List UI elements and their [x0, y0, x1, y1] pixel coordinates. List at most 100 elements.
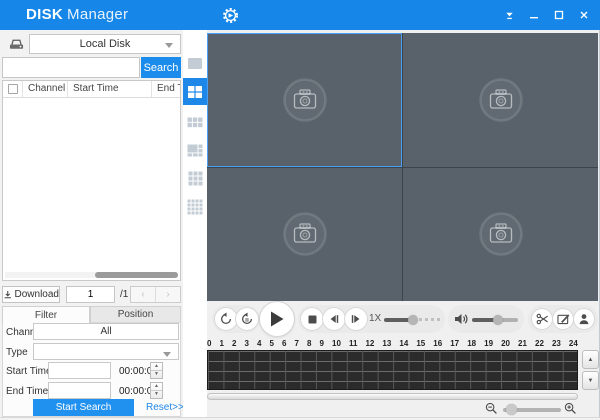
hour-label: 21: [518, 339, 527, 348]
end-time-input[interactable]: [48, 382, 111, 399]
step-forward-button[interactable]: [345, 308, 367, 330]
layout-6-view[interactable]: [183, 110, 207, 134]
play-icon: [271, 311, 284, 327]
hour-label: 13: [382, 339, 392, 348]
skin-menu-icon[interactable]: [501, 7, 517, 23]
speed-label: 1X: [369, 313, 382, 324]
player-bar: 1X: [207, 301, 600, 338]
page-number-input[interactable]: [66, 286, 115, 303]
stop-button[interactable]: [301, 308, 323, 330]
tab-position[interactable]: Position: [90, 306, 181, 323]
search-input[interactable]: [2, 57, 140, 78]
scrollbar-thumb[interactable]: [94, 272, 178, 278]
results-table-header: ChannelStart Time End Time: [3, 81, 180, 98]
results-table-body: [3, 98, 180, 256]
settings-gear-icon[interactable]: [221, 6, 240, 25]
camera-icon: [282, 212, 327, 257]
tools-group: [528, 305, 598, 333]
start-time-spinner[interactable]: ▲ ▼: [150, 362, 163, 379]
disk-select-row: Local Disk: [2, 34, 181, 54]
timeline-zoom-slider[interactable]: [503, 400, 561, 418]
start-time-input[interactable]: [48, 362, 111, 379]
hour-label: 12: [365, 339, 375, 348]
disk-dropdown[interactable]: Local Disk: [29, 34, 181, 54]
disk-dropdown-value: Local Disk: [79, 38, 131, 50]
video-cell-4[interactable]: [403, 167, 598, 301]
timeline-zoom-row: [207, 400, 600, 418]
hour-label: 15: [416, 339, 426, 348]
download-icon: [4, 290, 11, 298]
video-cell-2[interactable]: [403, 33, 598, 167]
layout-1-view[interactable]: [183, 51, 207, 75]
layout-9-view[interactable]: [183, 166, 207, 190]
prev-page-button[interactable]: ‹: [131, 287, 156, 302]
timeline-scrollbar[interactable]: [207, 393, 578, 400]
volume-slider[interactable]: [472, 305, 518, 333]
timeline-scroll-down-button[interactable]: ▼: [582, 371, 599, 390]
minimize-icon[interactable]: [526, 7, 542, 23]
video-cell-3[interactable]: [207, 167, 402, 301]
transport-group: 1X: [298, 305, 445, 333]
type-dropdown[interactable]: [33, 343, 179, 360]
left-panel: Local Disk Search ChannelStart TimeEnd T…: [0, 30, 184, 420]
stop-icon: [308, 315, 316, 323]
volume-icon[interactable]: [453, 311, 469, 332]
layout-16-view[interactable]: [183, 195, 207, 219]
timeline-grid[interactable]: [207, 350, 578, 390]
select-all-checkbox[interactable]: [7, 84, 18, 94]
replay-group: [212, 305, 260, 333]
pager-row: Download /1 ‹ ›: [2, 286, 181, 303]
type-label: Type: [6, 347, 28, 358]
step-back-button[interactable]: [323, 308, 345, 330]
search-button[interactable]: Search: [141, 57, 181, 78]
layout-strip: [183, 30, 207, 420]
video-cell-1[interactable]: [207, 33, 402, 167]
hour-label: 19: [484, 339, 494, 348]
download-button[interactable]: Download: [2, 286, 60, 303]
hour-label: 14: [399, 339, 409, 348]
play-button[interactable]: [260, 302, 294, 336]
close-icon[interactable]: [576, 7, 592, 23]
video-grid: [207, 33, 598, 301]
hour-label: 23: [551, 339, 561, 348]
layout-4-view[interactable]: [183, 78, 207, 105]
snapshot-edit-button[interactable]: [553, 309, 573, 329]
start-search-button[interactable]: Start Search: [33, 399, 134, 416]
disk-drive-icon: [8, 36, 25, 56]
rewind-button[interactable]: [215, 308, 237, 330]
hour-label: 16: [433, 339, 443, 348]
volume-slider-thumb[interactable]: [493, 315, 504, 325]
maximize-icon[interactable]: [551, 7, 567, 23]
edit-clip-icon: [556, 314, 569, 325]
speed-slider[interactable]: [384, 305, 440, 333]
chevron-down-icon: [165, 43, 173, 48]
hour-label: 1: [219, 339, 224, 348]
reset-link[interactable]: Reset>>: [146, 402, 184, 413]
camera-icon: [282, 77, 327, 122]
layout-8-view[interactable]: [183, 138, 207, 162]
replay-button[interactable]: [236, 308, 258, 330]
window-controls: [501, 0, 592, 30]
select-all-cell[interactable]: [3, 81, 23, 97]
tab-filter[interactable]: Filter: [2, 306, 90, 323]
rewind-icon: [220, 312, 232, 325]
channel-input[interactable]: [33, 323, 179, 340]
end-time-spinner[interactable]: ▲ ▼: [150, 382, 163, 399]
speed-slider-thumb[interactable]: [408, 315, 419, 325]
hour-label: 3: [244, 339, 249, 348]
zoom-slider-thumb[interactable]: [505, 404, 517, 415]
volume-group: [448, 305, 524, 333]
timeline-scroll-up-button[interactable]: ▲: [582, 350, 599, 369]
clip-cut-button[interactable]: [532, 309, 552, 329]
step-forward-icon: [351, 315, 360, 323]
hour-label: 17: [450, 339, 460, 348]
disk-manager-window: DISK Manager Local Disk Search Channel S…: [0, 0, 600, 420]
next-page-button[interactable]: ›: [156, 287, 180, 302]
person-button[interactable]: [574, 309, 594, 329]
hour-label: 4: [257, 339, 262, 348]
table-horizontal-scrollbar[interactable]: [5, 272, 178, 278]
column-header: End Time: [157, 83, 180, 94]
results-table[interactable]: ChannelStart Time End Time: [2, 80, 181, 281]
chevron-down-icon: [163, 352, 171, 357]
timeline-section: 0 1 2 3 4 5 6 7 8 9 10 11 12 13 14 15 16 17 18 19 20 21 22 23 24…: [207, 338, 600, 420]
